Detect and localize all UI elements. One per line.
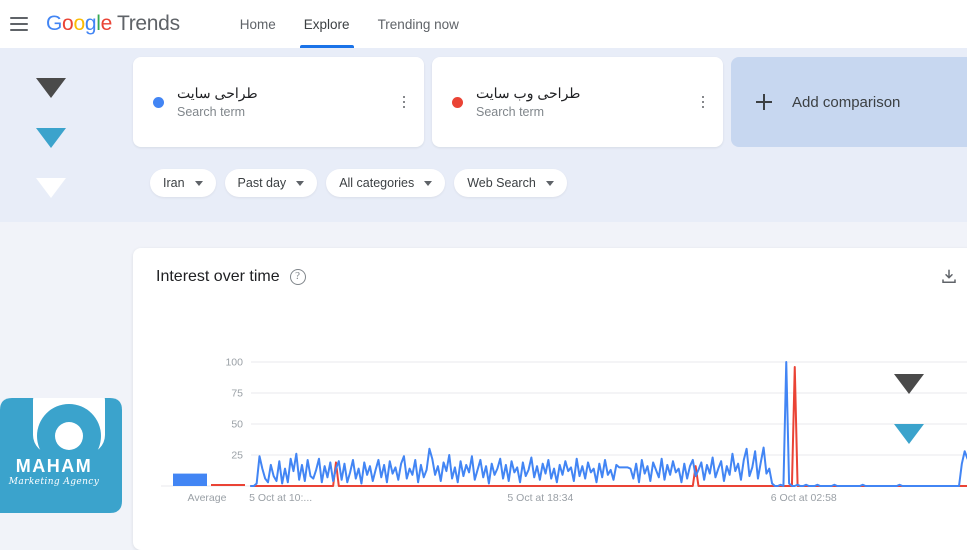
search-term-card-1[interactable]: طراحی سایت Search term [133,57,424,147]
main-nav: Home Explore Trending now [226,0,473,48]
search-term-card-2[interactable]: طراحی وب سایت Search term [432,57,723,147]
triangle-marker-white [36,178,66,198]
nav-item-trending-now-label: Trending now [377,16,459,32]
triangle-marker-dark [36,78,66,98]
brand-trends-text: Trends [116,12,180,35]
interest-over-time-header: Interest over time ? [156,268,306,286]
maham-logo-watermark: MAHAM Marketing Agency [0,382,122,513]
search-term-card-1-title: طراحی سایت [177,84,258,101]
chart-action-buttons: <> [940,268,967,286]
filter-chip-category[interactable]: All categories [326,169,446,197]
search-term-card-2-subtitle: Search term [476,104,545,119]
triangle-marker-dark-chart [894,374,924,394]
filter-chip-category-label: All categories [339,176,415,190]
google-trends-explore-page: Google Trends Home Explore Trending now … [0,0,967,550]
nav-item-home-label: Home [239,16,276,32]
x-axis-tick-label: 5 Oct at 10:... [249,492,312,504]
search-terms-row: طراحی سایت Search term طراحی وب سایت Sea… [133,57,967,147]
series-color-dot-blue [153,96,164,108]
filter-chip-location-label: Iran [163,176,185,190]
x-axis-tick-label: 5 Oct at 18:34 [507,492,573,504]
y-axis-tick-label: 75 [231,388,243,400]
triangle-marker-blue [36,128,66,148]
search-term-card-1-texts: طراحی سایت Search term [177,85,258,120]
average-bar [173,473,207,486]
filter-chip-search-type-label: Web Search [467,176,536,190]
hamburger-icon[interactable] [10,17,28,31]
help-circle-icon[interactable]: ? [289,269,306,285]
nav-item-home[interactable]: Home [226,0,290,48]
triangle-marker-blue-chart [894,424,924,444]
chevron-down-icon [545,180,554,186]
interest-over-time-card: Interest over time ? <> 25 50 75 100 Average… [133,248,967,550]
chevron-down-icon [296,180,305,186]
filter-chip-location[interactable]: Iran [150,169,216,197]
average-bar [211,484,245,486]
y-axis-tick-label: 100 [225,357,243,369]
filter-chip-time-range-label: Past day [237,176,287,190]
chart-svg: 25 50 75 100 Average 5 Oct at 10:... 5 Oct at … [161,357,967,504]
app-header: Google Trends Home Explore Trending now [0,0,967,48]
search-term-card-2-title: طراحی وب سایت [476,84,581,101]
page-title: Interest over time [156,268,280,285]
x-axis-tick-label: 6 Oct at 02:58 [771,492,837,504]
nav-item-explore-label: Explore [303,16,350,32]
search-term-card-2-kebab-menu-icon[interactable] [693,92,713,112]
download-icon[interactable] [940,268,958,286]
plus-icon [756,94,772,110]
search-term-card-1-kebab-menu-icon[interactable] [394,92,414,112]
average-label: Average [188,492,227,504]
maham-logo-tagline: Marketing Agency [8,477,100,487]
add-comparison-button[interactable]: Add comparison [731,57,967,147]
search-term-card-1-subtitle: Search term [177,104,246,119]
interest-over-time-plot: 25 50 75 100 Average 5 Oct at 10:... 5 Oct at … [133,336,967,536]
google-trends-logo[interactable]: Google Trends [46,12,180,36]
filter-chips-row: Iran Past day All categories Web Search [150,169,567,197]
y-axis-tick-label: 25 [231,450,243,462]
maham-logo-name: MAHAM [15,456,93,476]
filter-chip-time-range[interactable]: Past day [224,169,318,197]
y-axis-tick-label: 50 [231,419,243,431]
filter-chip-search-type[interactable]: Web Search [454,169,567,197]
chevron-down-icon [424,180,433,186]
chevron-down-icon [194,180,203,186]
nav-item-explore[interactable]: Explore [290,0,364,48]
series-color-dot-red [452,96,463,108]
nav-item-trending-now[interactable]: Trending now [364,0,473,48]
search-term-card-2-texts: طراحی وب سایت Search term [476,85,580,120]
add-comparison-label: Add comparison [792,93,901,111]
